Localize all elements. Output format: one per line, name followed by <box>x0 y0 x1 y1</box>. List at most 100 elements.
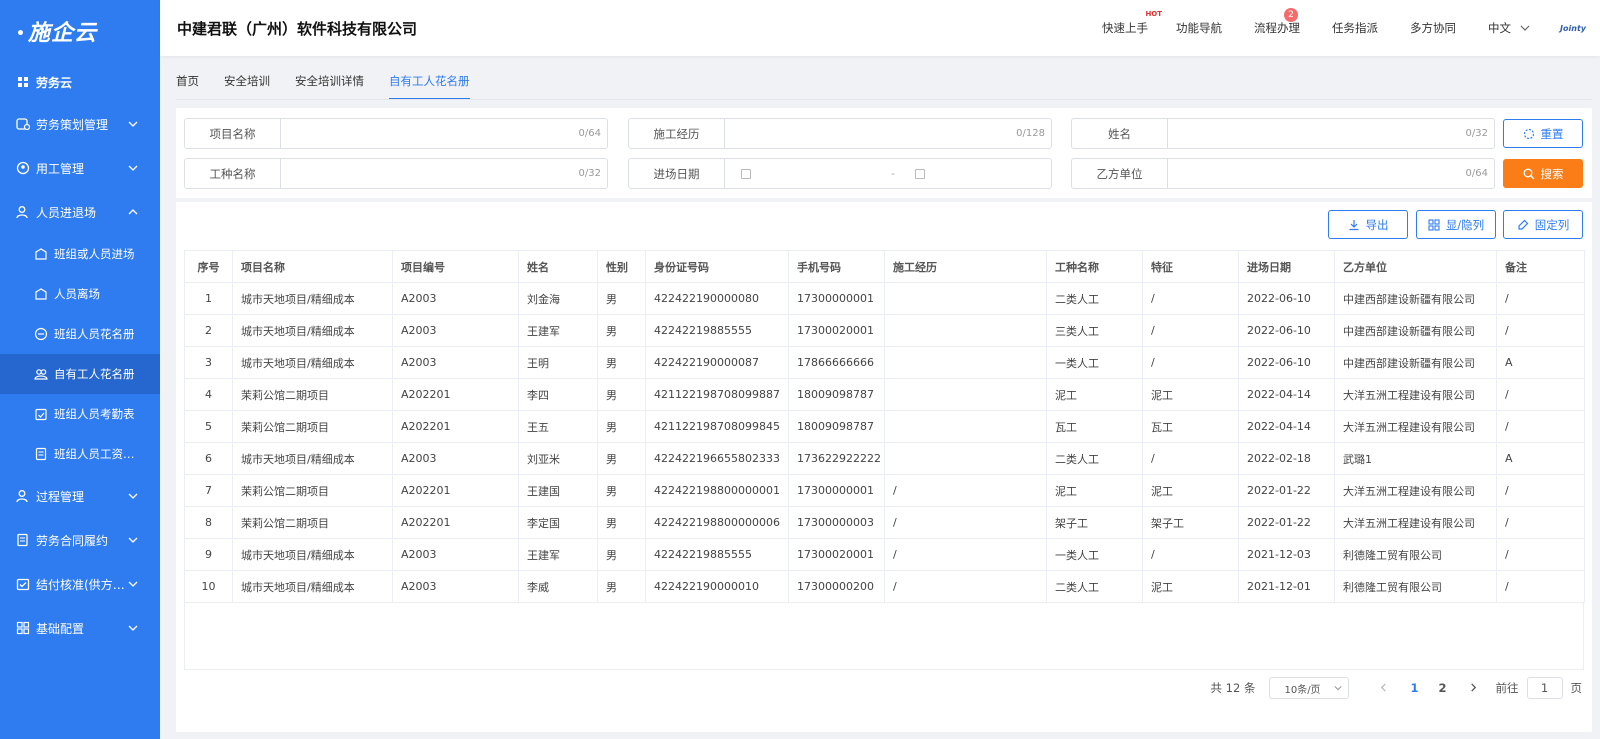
sidebar-subitem-attendance[interactable]: 班组人员考勤表 <box>0 394 160 434</box>
col-header[interactable]: 备注 <box>1496 250 1585 283</box>
sidebar-subitem-wages[interactable]: 班组人员工资发... <box>0 434 160 474</box>
table-cell: 李威 <box>518 570 598 603</box>
col-header[interactable]: 项目名称 <box>232 250 393 283</box>
sidebar-item-labor-cloud[interactable]: 劳务云 <box>0 62 160 102</box>
col-header[interactable]: 项目编号 <box>392 250 519 283</box>
pin-columns-button[interactable]: 固定列 <box>1503 210 1583 239</box>
table-cell: / <box>884 538 1047 571</box>
sidebar-subitem-team-roster[interactable]: 班组人员花名册 <box>0 314 160 354</box>
table-row[interactable]: 7 茉莉公馆二期项目 A202201 王建国男 422422198800000001 17… <box>184 474 1585 507</box>
table-cell: 18009098787 <box>788 410 885 443</box>
sidebar-subitem-exit[interactable]: 人员离场 <box>0 274 160 314</box>
table-cell: 王五 <box>518 410 598 443</box>
table-cell: 422422196655802333 <box>645 442 789 475</box>
table-row[interactable]: 5 茉莉公馆二期项目 A202201 王五男 421122198708099845 180… <box>184 410 1585 443</box>
collab-link[interactable]: 多方协同 <box>1410 20 1456 36</box>
quick-start-link[interactable]: 快速上手 HOT <box>1102 10 1162 36</box>
goto-page-input[interactable]: 1 <box>1526 677 1563 699</box>
show-hide-columns-button[interactable]: 显/隐列 <box>1416 210 1496 239</box>
sidebar-item-contract[interactable]: 劳务合同履约 <box>0 518 160 562</box>
calendar-icon <box>741 168 751 179</box>
table-cell: 瓦工 <box>1142 410 1239 443</box>
table-row[interactable]: 2 城市天地项目/精细成本 A2003 王建军男 42242219885555 17300… <box>184 314 1585 347</box>
search-icon <box>1523 168 1534 179</box>
party-b-input[interactable]: 0/64 <box>1168 159 1494 188</box>
table-row[interactable]: 3 城市天地项目/精细成本 A2003 王明男 422422190000087 17866… <box>184 346 1585 379</box>
page-number[interactable]: 2 <box>1438 681 1446 695</box>
page-number[interactable]: 1 <box>1410 681 1418 695</box>
table-row[interactable]: 9 城市天地项目/精细成本 A2003 王建军男 42242219885555 17300… <box>184 538 1585 571</box>
table-row[interactable]: 10 城市天地项目/精细成本 A2003 李威男 422422190000010 1730… <box>184 570 1585 603</box>
project-name-input[interactable]: 0/64 <box>281 119 607 148</box>
col-header[interactable]: 施工经历 <box>884 250 1047 283</box>
feature-nav-link[interactable]: 功能导航 <box>1176 20 1222 36</box>
table-cell: / <box>1142 346 1239 379</box>
project-name-field[interactable]: 项目名称 0/64 <box>184 118 608 149</box>
total-count: 共 12 条 <box>1210 681 1256 695</box>
table-cell: 421122198708099887 <box>645 378 789 411</box>
prev-page-button[interactable] <box>1379 681 1388 695</box>
table-cell: 大洋五洲工程建设有限公司 <box>1334 506 1497 539</box>
col-header[interactable]: 工种名称 <box>1046 250 1143 283</box>
sidebar-subitem-team-entry[interactable]: 班组或人员进场 <box>0 234 160 274</box>
table-row[interactable]: 8 茉莉公馆二期项目 A202201 李定国男 422422198800000006 17… <box>184 506 1585 539</box>
tab-home[interactable]: 首页 <box>176 72 199 100</box>
col-header[interactable]: 进场日期 <box>1238 250 1335 283</box>
trade-field[interactable]: 工种名称 0/32 <box>184 158 608 189</box>
name-field[interactable]: 姓名 0/32 <box>1071 118 1495 149</box>
name-input[interactable]: 0/32 <box>1168 119 1494 148</box>
table-cell: 李定国 <box>518 506 598 539</box>
brand-mini-logo[interactable]: Jointy <box>1560 24 1586 33</box>
table-row[interactable]: 6 城市天地项目/精细成本 A2003 刘亚米男 422422196655802333 1… <box>184 442 1585 475</box>
table-cell: / <box>1496 538 1585 571</box>
pin-icon <box>1518 219 1529 230</box>
process-icon <box>16 489 30 503</box>
table-cell: 李四 <box>518 378 598 411</box>
language-select[interactable]: 中文 <box>1488 20 1530 36</box>
export-button[interactable]: 导出 <box>1328 210 1408 239</box>
entry-date-field[interactable]: 进场日期 - <box>628 158 1052 189</box>
sidebar-subitem-own-roster[interactable]: 自有工人花名册 <box>0 354 160 394</box>
experience-input[interactable]: 0/128 <box>725 119 1051 148</box>
col-header[interactable]: 手机号码 <box>788 250 885 283</box>
experience-field[interactable]: 施工经历 0/128 <box>628 118 1052 149</box>
trade-input[interactable]: 0/32 <box>281 159 607 188</box>
entry-date-range[interactable]: - <box>725 159 1051 188</box>
table-cell: 3 <box>184 346 233 379</box>
table-cell <box>884 442 1047 475</box>
reset-button[interactable]: 重置 <box>1503 119 1583 148</box>
col-header[interactable]: 特征 <box>1142 250 1239 283</box>
table-row[interactable]: 1 城市天地项目/精细成本 A2003 刘金海男 422422190000080 1730… <box>184 282 1585 315</box>
tab-own-worker-roster[interactable]: 自有工人花名册 <box>389 72 470 100</box>
col-header[interactable]: 姓名 <box>518 250 598 283</box>
name-label: 姓名 <box>1072 119 1168 148</box>
sidebar-item-employment[interactable]: 用工管理 <box>0 146 160 190</box>
table-cell: 2021-12-03 <box>1238 538 1335 571</box>
sidebar-item-personnel[interactable]: 人员进退场 <box>0 190 160 234</box>
sidebar-item-config[interactable]: 基础配置 <box>0 606 160 650</box>
table-cell <box>884 346 1047 379</box>
logo[interactable]: 施企云 <box>0 0 160 62</box>
sidebar-item-payment[interactable]: 结付核准(供方报) <box>0 562 160 606</box>
chevron-down-icon <box>1334 686 1343 691</box>
tab-safety-training-detail[interactable]: 安全培训详情 <box>295 72 364 100</box>
table-cell: 一类人工 <box>1046 538 1143 571</box>
col-header[interactable]: 序号 <box>184 250 233 283</box>
page-size-select[interactable]: 10条/页 <box>1269 677 1350 699</box>
sidebar-item-label: 结付核准(供方报) <box>36 577 128 592</box>
col-header[interactable]: 性别 <box>597 250 646 283</box>
table-cell: 茉莉公馆二期项目 <box>232 474 393 507</box>
next-page-button[interactable] <box>1469 681 1478 695</box>
col-header[interactable]: 身份证号码 <box>645 250 789 283</box>
tasks-link[interactable]: 任务指派 <box>1332 20 1378 36</box>
sidebar-item-labor-plan[interactable]: 劳务策划管理 <box>0 102 160 146</box>
tab-safety-training[interactable]: 安全培训 <box>224 72 270 100</box>
sidebar-item-process[interactable]: 过程管理 <box>0 474 160 518</box>
table-cell: / <box>1496 410 1585 443</box>
party-b-field[interactable]: 乙方单位 0/64 <box>1071 158 1495 189</box>
col-header[interactable]: 乙方单位 <box>1334 250 1497 283</box>
table-cell: 2022-04-14 <box>1238 378 1335 411</box>
process-link[interactable]: 流程办理 2 <box>1254 8 1300 36</box>
table-row[interactable]: 4 茉莉公馆二期项目 A202201 李四男 421122198708099887 180… <box>184 378 1585 411</box>
search-button[interactable]: 搜索 <box>1503 159 1583 188</box>
